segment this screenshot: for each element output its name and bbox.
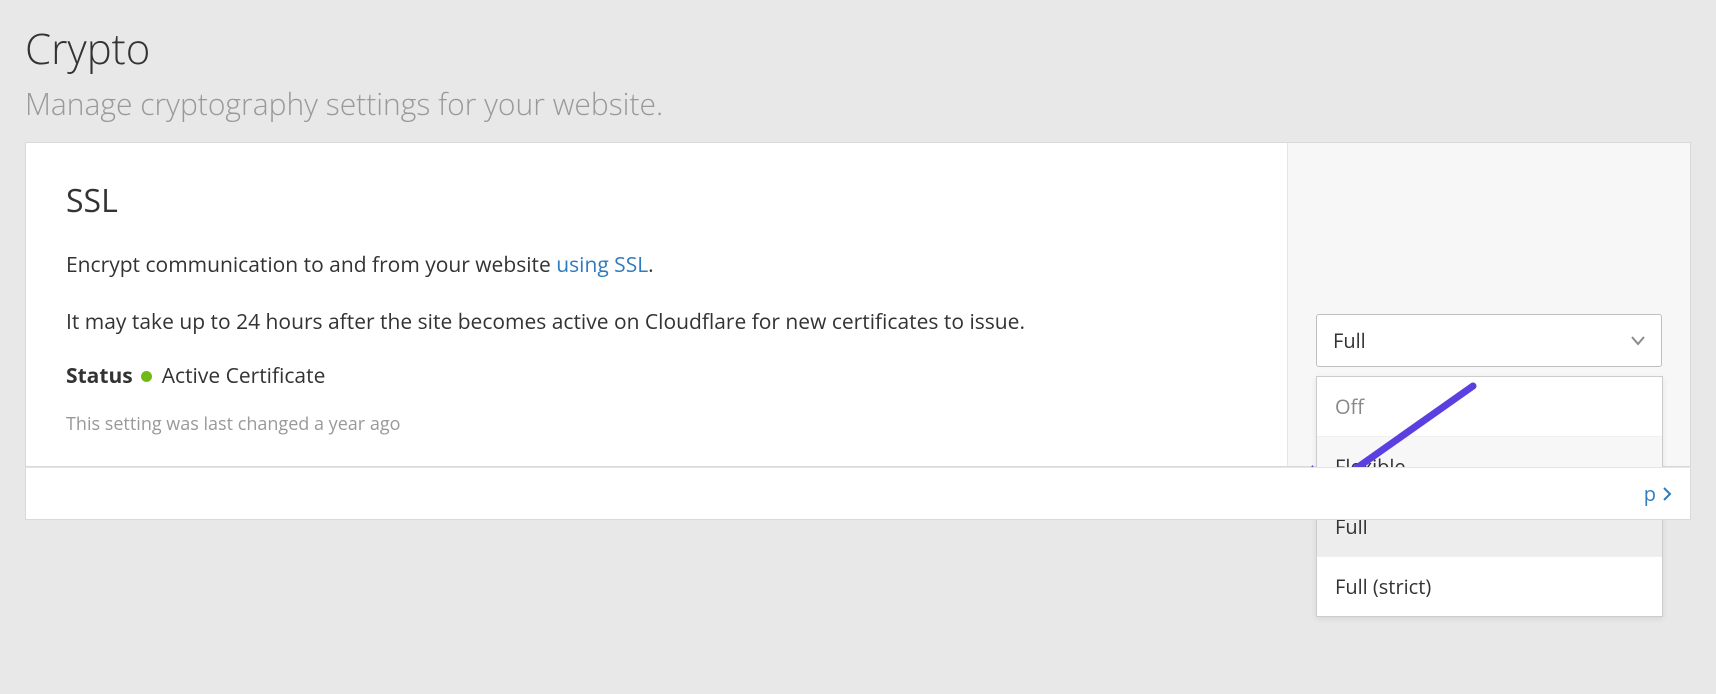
page-subtitle: Manage cryptography settings for your we… <box>25 83 1691 124</box>
page-header: Crypto Manage cryptography settings for … <box>0 0 1716 142</box>
ssl-mode-select-wrapper: Full Off Flexible Full Full (strict) <box>1316 314 1662 367</box>
ssl-status-row: Status Active Certificate <box>66 362 1247 390</box>
ssl-desc-suffix: . <box>648 251 654 279</box>
ssl-card: SSL Encrypt communication to and from yo… <box>25 142 1691 467</box>
chevron-right-icon <box>1662 487 1672 501</box>
ssl-mode-option-off[interactable]: Off <box>1317 377 1662 437</box>
ssl-status-value: Active Certificate <box>162 362 326 390</box>
ssl-description: Encrypt communication to and from your w… <box>66 250 1247 282</box>
status-dot-icon <box>141 371 152 382</box>
help-link[interactable]: p <box>1644 480 1672 507</box>
ssl-desc-prefix: Encrypt communication to and from your w… <box>66 251 556 279</box>
ssl-mode-select-value: Full <box>1333 327 1366 354</box>
ssl-section-title: SSL <box>66 179 1247 222</box>
page-title: Crypto <box>25 20 1691 77</box>
using-ssl-link[interactable]: using SSL <box>556 251 648 279</box>
ssl-mode-option-full-strict[interactable]: Full (strict) <box>1317 557 1662 616</box>
ssl-status-label: Status <box>66 362 133 390</box>
ssl-note: It may take up to 24 hours after the sit… <box>66 306 1247 339</box>
ssl-last-changed: This setting was last changed a year ago <box>66 412 1247 436</box>
help-link-text: p <box>1644 480 1656 507</box>
ssl-mode-select[interactable]: Full <box>1316 314 1662 367</box>
ssl-card-content: SSL Encrypt communication to and from yo… <box>26 143 1288 466</box>
ssl-card-footer: p <box>25 467 1691 520</box>
chevron-down-icon <box>1631 336 1645 346</box>
ssl-card-control-panel: Full Off Flexible Full Full (strict) <box>1288 143 1690 466</box>
